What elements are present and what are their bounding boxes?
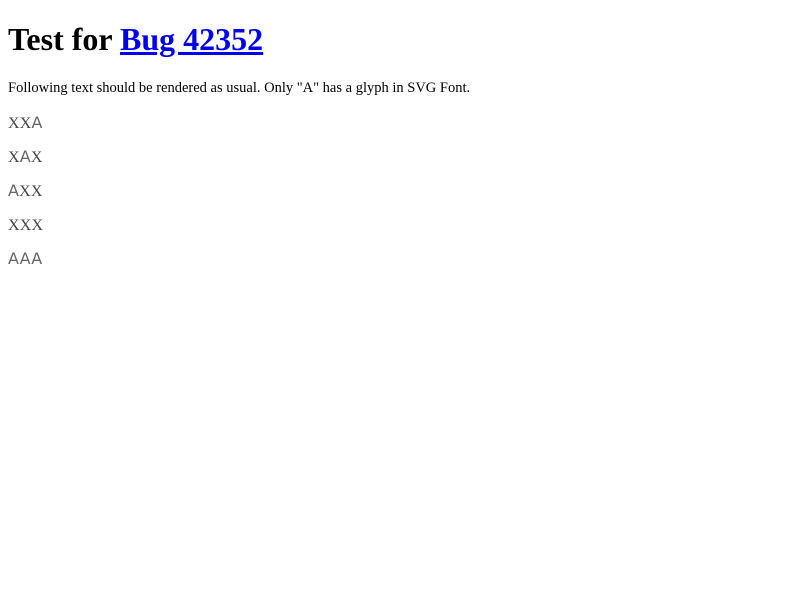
- sample-glyph: X: [30, 149, 43, 166]
- sample-glyph: A: [19, 147, 31, 166]
- sample-glyph: X: [31, 217, 44, 234]
- sample-glyph: X: [19, 115, 32, 132]
- sample-glyph: A: [31, 113, 43, 132]
- sample-glyph: A: [8, 249, 20, 268]
- sample-glyph: X: [19, 217, 32, 234]
- sample-glyph: X: [19, 183, 31, 200]
- page-title: Test for Bug 42352: [8, 21, 263, 58]
- sample-line-3: AXX: [8, 181, 43, 201]
- sample-line-4: XXX: [8, 215, 43, 235]
- sample-glyph: X: [8, 217, 20, 234]
- sample-glyph: A: [31, 249, 43, 268]
- sample-glyph: X: [30, 183, 43, 200]
- sample-glyph: A: [19, 249, 32, 268]
- sample-line-5: AAA: [8, 249, 42, 268]
- sample-line-2: XAX: [8, 147, 43, 167]
- intro-text: Following text should be rendered as usu…: [8, 80, 471, 96]
- sample-line-1: XXA: [8, 113, 43, 133]
- title-prefix: Test for: [8, 21, 120, 57]
- bug-link[interactable]: Bug 42352: [120, 21, 263, 57]
- sample-glyph: X: [8, 115, 20, 132]
- sample-glyph: X: [8, 149, 20, 166]
- sample-glyph: A: [8, 181, 20, 200]
